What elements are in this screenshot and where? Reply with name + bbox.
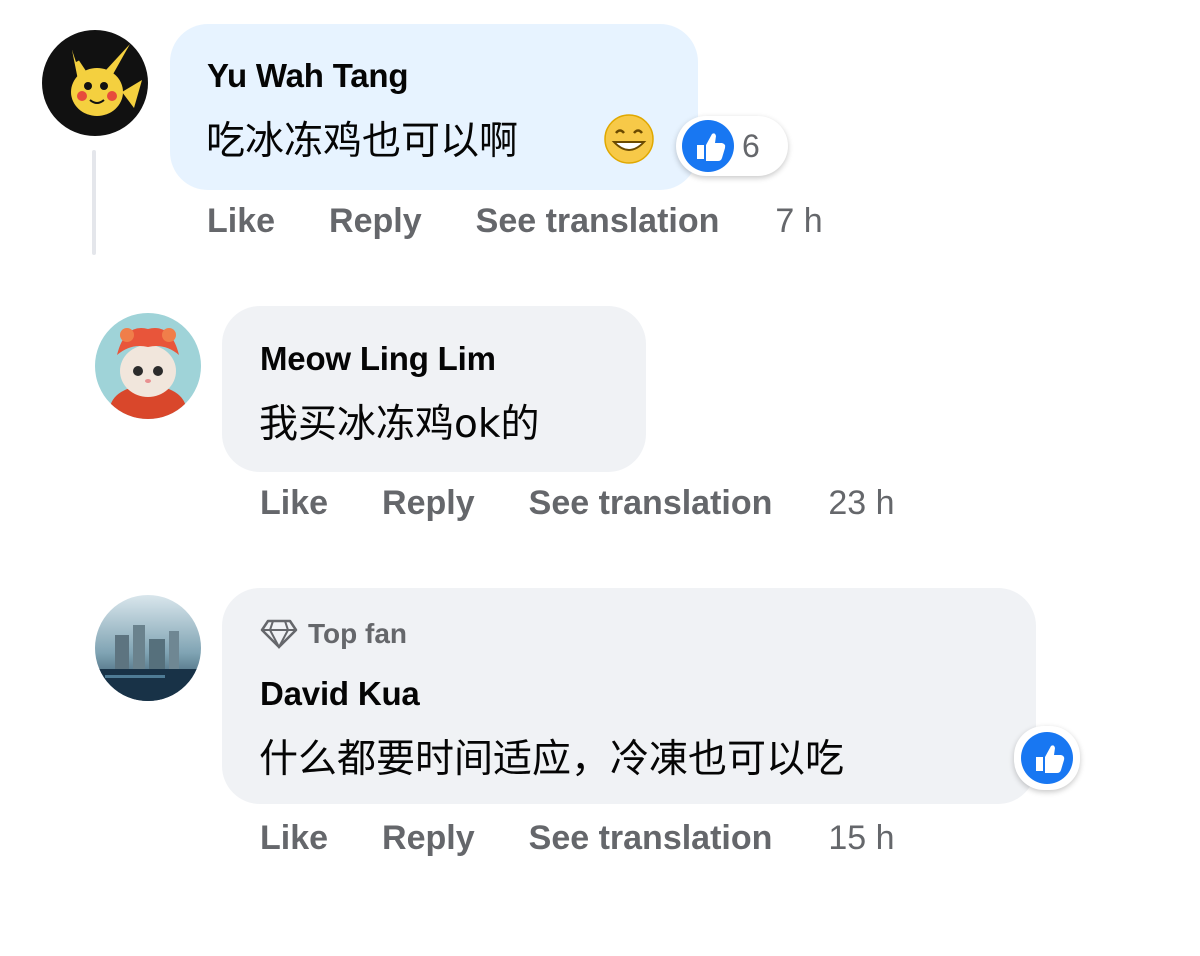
- comment-timestamp[interactable]: 7 h: [775, 202, 822, 241]
- top-fan-badge[interactable]: Top fan: [260, 618, 407, 650]
- avatar[interactable]: [42, 30, 148, 136]
- see-translation-button[interactable]: See translation: [476, 202, 720, 241]
- comment-text: 我买冰冻鸡ok的: [259, 402, 540, 447]
- comment-actions: Like Reply See translation 23 h: [260, 484, 895, 523]
- comment-text: 吃冰冻鸡也可以啊: [206, 119, 519, 164]
- like-reaction-icon: [1019, 730, 1075, 786]
- comment-text: 什么都要时间适应，冷凍也可以吃: [259, 737, 845, 782]
- thread-connector-line: [92, 150, 96, 255]
- reply-button[interactable]: Reply: [329, 202, 422, 241]
- comment-timestamp[interactable]: 15 h: [828, 819, 894, 858]
- grinning-face-icon: [602, 112, 656, 166]
- like-button[interactable]: Like: [260, 484, 328, 523]
- reply-button[interactable]: Reply: [382, 819, 475, 858]
- like-reaction-icon: [680, 118, 736, 174]
- comment-actions: Like Reply See translation 7 h: [207, 202, 823, 241]
- reply-button[interactable]: Reply: [382, 484, 475, 523]
- like-button[interactable]: Like: [260, 819, 328, 858]
- comment-timestamp[interactable]: 23 h: [828, 484, 894, 523]
- reaction-count: 6: [742, 127, 760, 164]
- comment-author[interactable]: David Kua: [260, 675, 420, 713]
- top-fan-label: Top fan: [308, 618, 408, 649]
- see-translation-button[interactable]: See translation: [529, 819, 773, 858]
- avatar[interactable]: [95, 595, 201, 701]
- avatar[interactable]: [95, 313, 201, 419]
- reaction-summary[interactable]: 6: [676, 116, 788, 176]
- diamond-icon: [260, 619, 298, 649]
- comment-author[interactable]: Yu Wah Tang: [207, 57, 408, 95]
- comment-author[interactable]: Meow Ling Lim: [260, 340, 496, 378]
- like-button[interactable]: Like: [207, 202, 275, 241]
- see-translation-button[interactable]: See translation: [529, 484, 773, 523]
- comment-actions: Like Reply See translation 15 h: [260, 819, 895, 858]
- reaction-summary[interactable]: [1014, 726, 1080, 790]
